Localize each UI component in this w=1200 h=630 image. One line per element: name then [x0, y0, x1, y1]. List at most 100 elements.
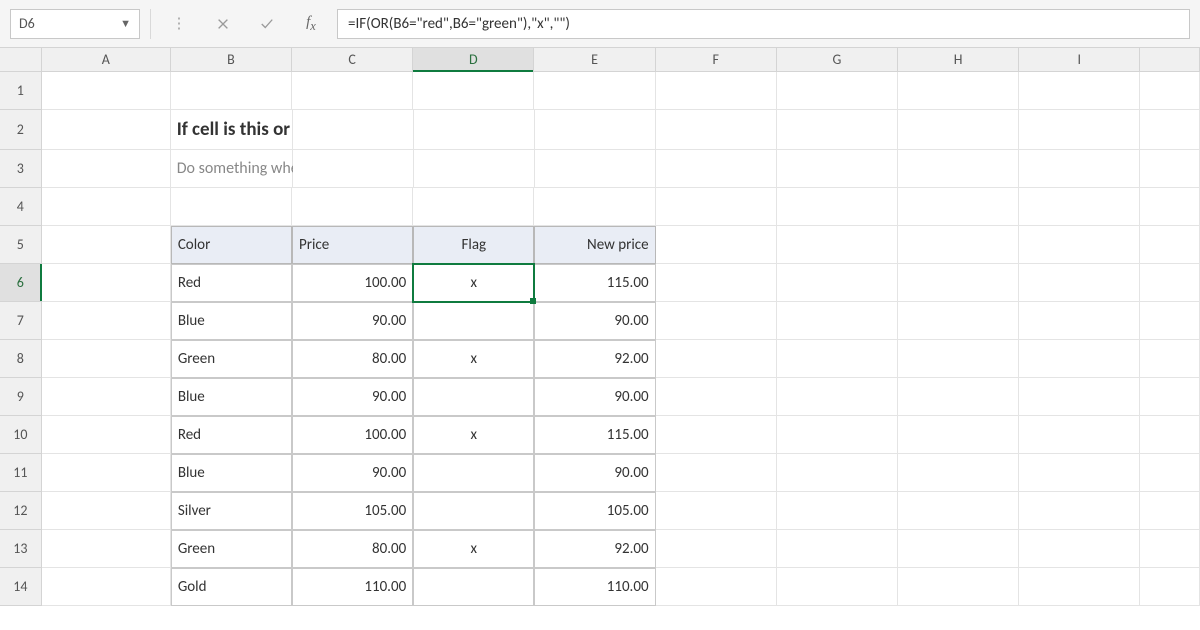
cell-C1[interactable]	[292, 72, 413, 110]
cell-B14[interactable]: Gold	[171, 568, 292, 606]
row-header-6[interactable]: 6	[0, 264, 42, 302]
cell-I7[interactable]	[1019, 302, 1140, 340]
cancel-formula-button[interactable]	[205, 9, 241, 39]
cell-C6[interactable]: 100.00	[292, 264, 413, 302]
cell-H10[interactable]	[898, 416, 1019, 454]
cell-A2[interactable]	[42, 110, 171, 150]
cell-B9[interactable]: Blue	[171, 378, 292, 416]
cell-F3[interactable]	[656, 150, 777, 188]
cell-I9[interactable]	[1019, 378, 1140, 416]
cell-H2[interactable]	[898, 110, 1019, 150]
cell-A5[interactable]	[42, 226, 171, 264]
cell-B1[interactable]	[171, 72, 292, 110]
cell-D1[interactable]	[413, 72, 534, 110]
col-header-B[interactable]: B	[171, 48, 292, 72]
cell-D4[interactable]	[413, 188, 534, 226]
cell-C14[interactable]: 110.00	[292, 568, 413, 606]
cell-D11[interactable]	[413, 454, 534, 492]
cell-C10[interactable]: 100.00	[292, 416, 413, 454]
cell-C8[interactable]: 80.00	[292, 340, 413, 378]
col-header-H[interactable]: H	[898, 48, 1019, 72]
col-header-E[interactable]: E	[534, 48, 655, 72]
cell-G10[interactable]	[777, 416, 898, 454]
col-header-G[interactable]: G	[777, 48, 898, 72]
cell-F9[interactable]	[656, 378, 777, 416]
cell-H5[interactable]	[898, 226, 1019, 264]
cell-A14[interactable]	[42, 568, 171, 606]
cell-F7[interactable]	[656, 302, 777, 340]
cell-J4[interactable]	[1140, 188, 1200, 226]
cell-F8[interactable]	[656, 340, 777, 378]
cell-B8[interactable]: Green	[171, 340, 292, 378]
col-header-C[interactable]: C	[292, 48, 413, 72]
cell-A1[interactable]	[42, 72, 171, 110]
cell-B7[interactable]: Blue	[171, 302, 292, 340]
cell-A4[interactable]	[42, 188, 171, 226]
cell-A3[interactable]	[42, 150, 171, 188]
cell-C7[interactable]: 90.00	[292, 302, 413, 340]
cell-G11[interactable]	[777, 454, 898, 492]
cell-A12[interactable]	[42, 492, 171, 530]
cell-J6[interactable]	[1140, 264, 1200, 302]
row-header-14[interactable]: 14	[0, 568, 42, 606]
cell-I4[interactable]	[1019, 188, 1140, 226]
cell-I14[interactable]	[1019, 568, 1140, 606]
row-header-12[interactable]: 12	[0, 492, 42, 530]
cell-D13[interactable]: x	[413, 530, 534, 568]
cell-I2[interactable]	[1019, 110, 1140, 150]
cell-E9[interactable]: 90.00	[534, 378, 655, 416]
cell-B4[interactable]	[171, 188, 292, 226]
cell-I5[interactable]	[1019, 226, 1140, 264]
cell-D3[interactable]	[414, 150, 535, 188]
cell-J2[interactable]	[1140, 110, 1200, 150]
cell-B11[interactable]: Blue	[171, 454, 292, 492]
cell-G13[interactable]	[777, 530, 898, 568]
cell-D14[interactable]	[413, 568, 534, 606]
row-header-11[interactable]: 11	[0, 454, 42, 492]
cell-G8[interactable]	[777, 340, 898, 378]
cell-H11[interactable]	[898, 454, 1019, 492]
cell-H3[interactable]	[898, 150, 1019, 188]
cell-G5[interactable]	[777, 226, 898, 264]
cell-F6[interactable]	[656, 264, 777, 302]
table-header-newprice[interactable]: New price	[534, 226, 655, 264]
cell-G12[interactable]	[777, 492, 898, 530]
cell-I8[interactable]	[1019, 340, 1140, 378]
cell-G2[interactable]	[777, 110, 898, 150]
cell-G6[interactable]	[777, 264, 898, 302]
cell-D9[interactable]	[413, 378, 534, 416]
cell-J1[interactable]	[1140, 72, 1200, 110]
row-header-5[interactable]: 5	[0, 226, 42, 264]
cell-J9[interactable]	[1140, 378, 1200, 416]
cell-C13[interactable]: 80.00	[292, 530, 413, 568]
cell-F12[interactable]	[656, 492, 777, 530]
cell-E7[interactable]: 90.00	[534, 302, 655, 340]
vertical-dots-icon[interactable]: ⋮	[161, 9, 197, 39]
cell-F13[interactable]	[656, 530, 777, 568]
cell-E8[interactable]: 92.00	[534, 340, 655, 378]
cell-A7[interactable]	[42, 302, 171, 340]
fx-icon[interactable]: fx	[293, 9, 329, 39]
cell-G3[interactable]	[777, 150, 898, 188]
cell-J3[interactable]	[1140, 150, 1200, 188]
cell-A13[interactable]	[42, 530, 171, 568]
cell-E1[interactable]	[534, 72, 655, 110]
row-header-8[interactable]: 8	[0, 340, 42, 378]
cell-J14[interactable]	[1140, 568, 1200, 606]
cell-C3[interactable]	[293, 150, 414, 188]
cell-I1[interactable]	[1019, 72, 1140, 110]
cell-E4[interactable]	[534, 188, 655, 226]
row-header-13[interactable]: 13	[0, 530, 42, 568]
cell-H7[interactable]	[898, 302, 1019, 340]
cell-B10[interactable]: Red	[171, 416, 292, 454]
cell-J10[interactable]	[1140, 416, 1200, 454]
cell-J13[interactable]	[1140, 530, 1200, 568]
confirm-formula-button[interactable]	[249, 9, 285, 39]
cell-J8[interactable]	[1140, 340, 1200, 378]
cell-H9[interactable]	[898, 378, 1019, 416]
select-all-corner[interactable]	[0, 48, 42, 72]
row-header-9[interactable]: 9	[0, 378, 42, 416]
cell-C12[interactable]: 105.00	[292, 492, 413, 530]
cell-F2[interactable]	[656, 110, 777, 150]
cell-A10[interactable]	[42, 416, 171, 454]
